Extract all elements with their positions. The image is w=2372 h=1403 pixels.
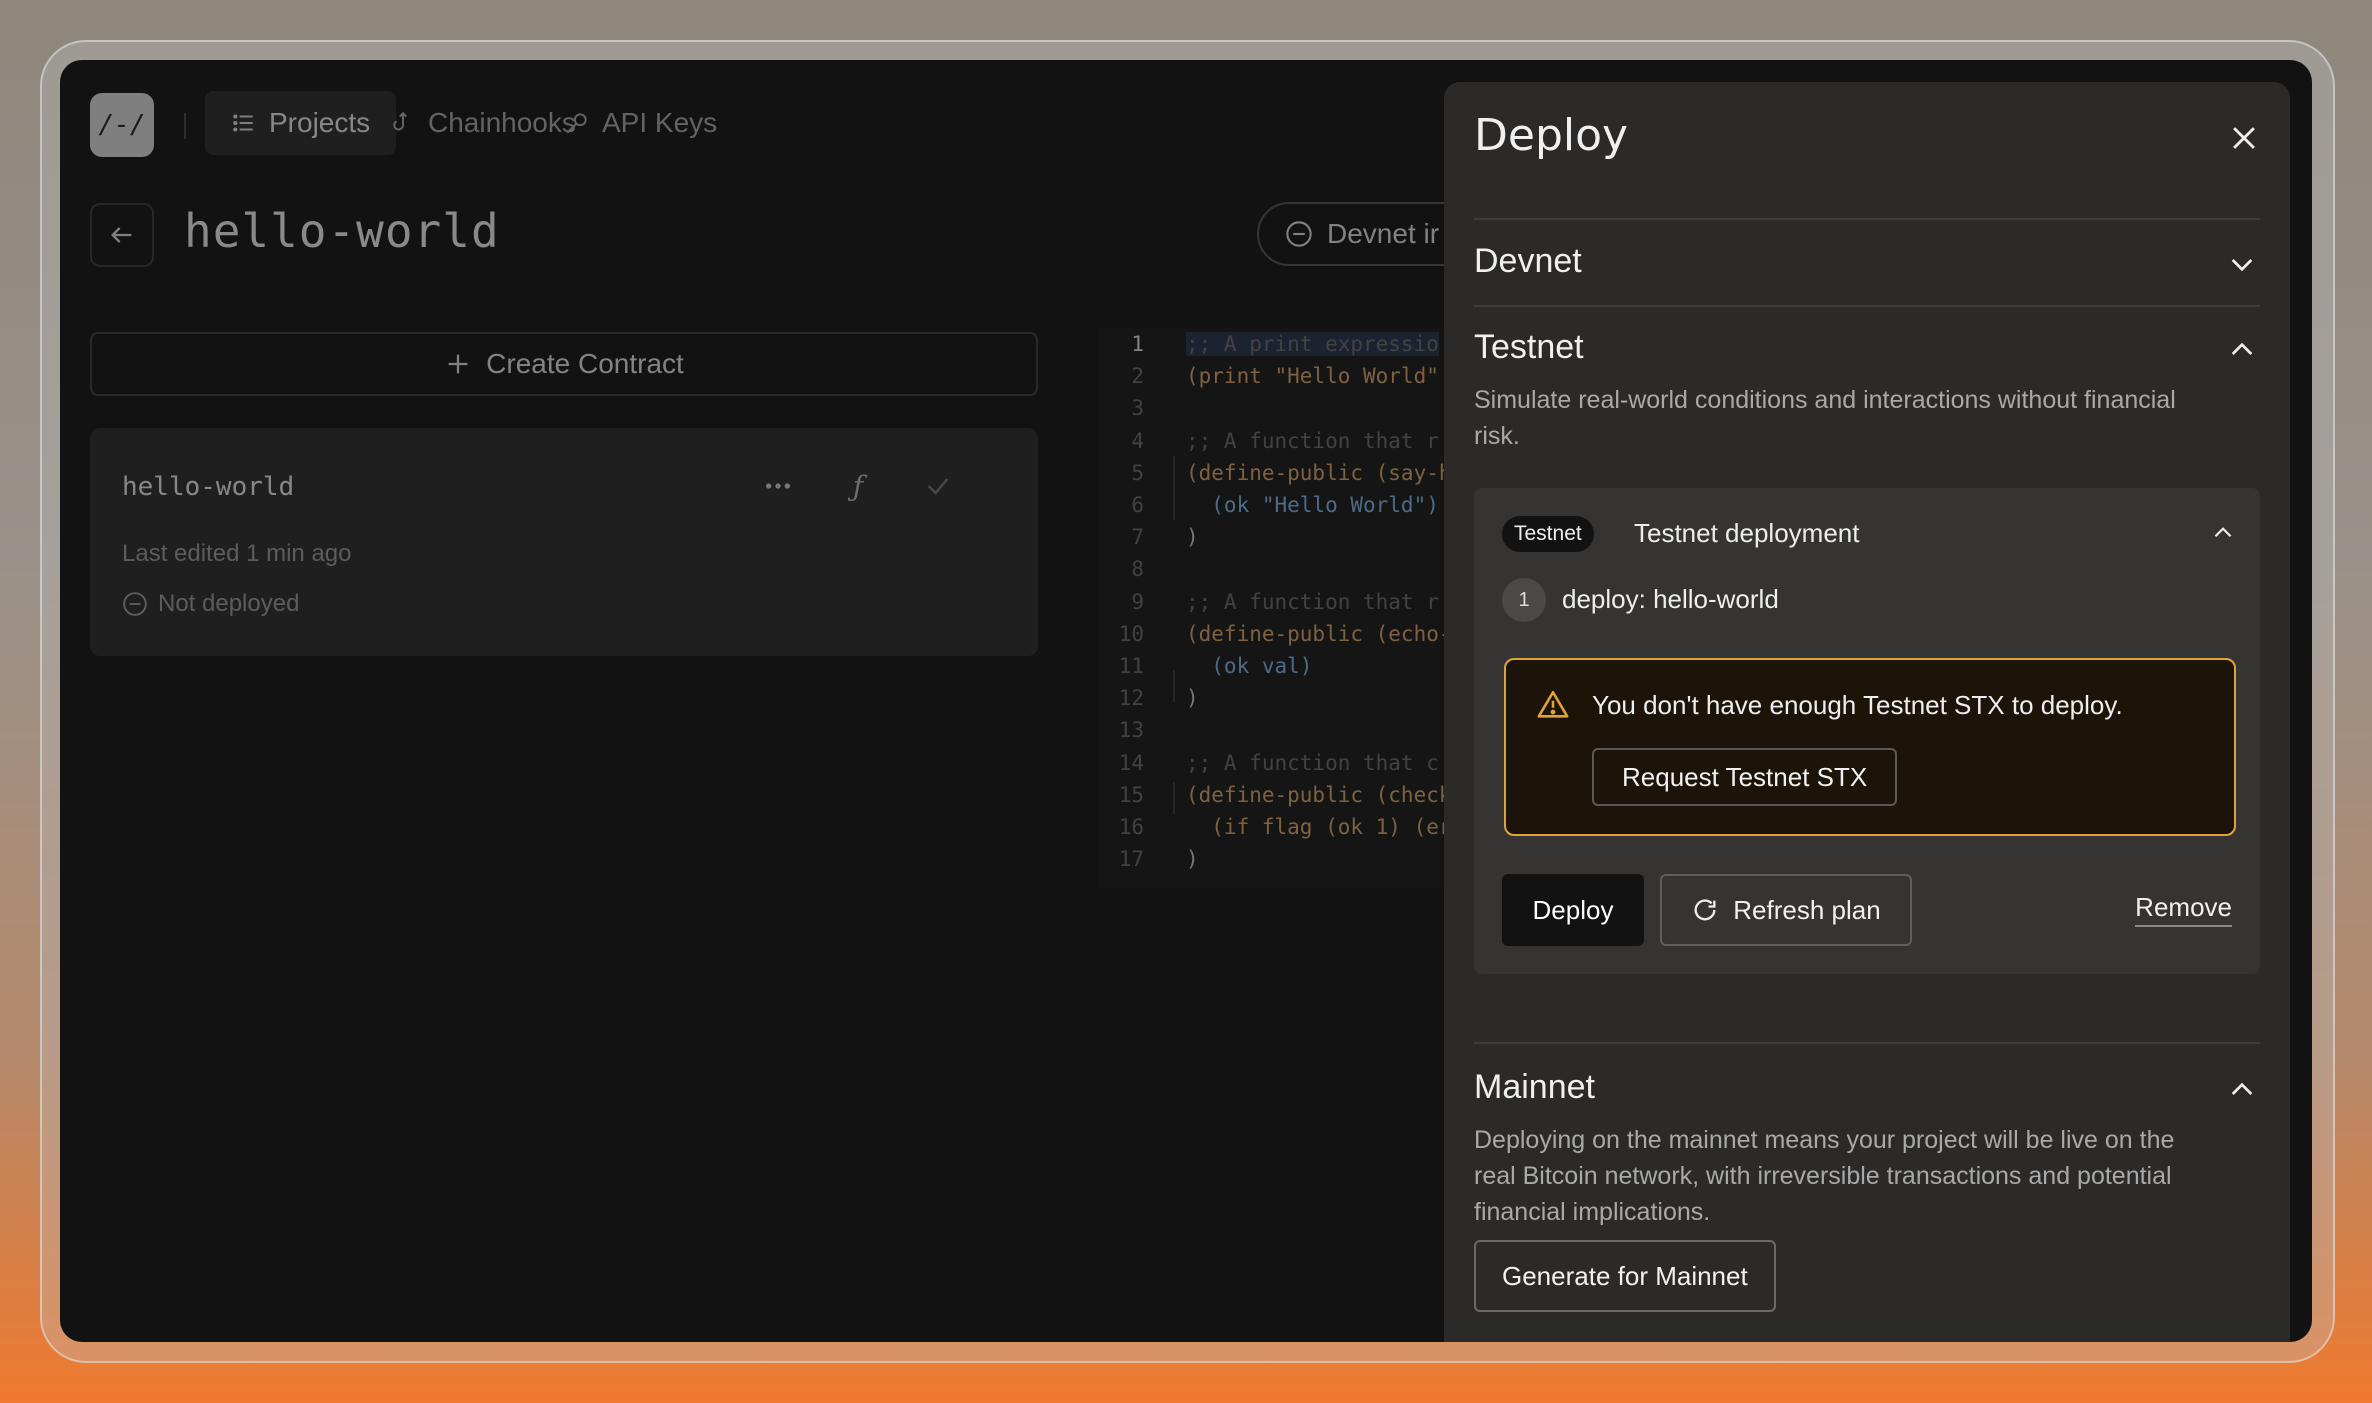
generate-for-mainnet-button[interactable]: Generate for Mainnet <box>1474 1240 1776 1312</box>
chevron-up-icon[interactable] <box>2226 1074 2258 1106</box>
code-text: (ok "Hello World") <box>1186 493 1439 517</box>
deploy-status: Not deployed <box>122 590 299 618</box>
devnet-pill-label: Devnet ir <box>1327 218 1440 249</box>
plus-icon <box>448 354 468 374</box>
contract-card[interactable]: hello-world ƒ Last edited 1 min ago Not … <box>90 428 1038 656</box>
code-text: ) <box>1186 686 1199 711</box>
code-text: ;; A function that r <box>1186 589 1439 614</box>
page-title: hello-world <box>184 204 500 258</box>
code-text: (define-public (echo- <box>1186 621 1452 646</box>
warning-icon <box>1537 690 1569 718</box>
divider <box>1474 305 2260 307</box>
chevron-down-icon[interactable] <box>2226 248 2258 280</box>
divider <box>1474 218 2260 220</box>
nav-api-keys-label: API Keys <box>602 107 718 138</box>
testnet-section-title[interactable]: Testnet <box>1474 328 1584 367</box>
create-contract-label: Create Contract <box>486 348 684 379</box>
line-number: 8 <box>1131 557 1144 582</box>
check-icon[interactable] <box>918 466 958 506</box>
refresh-icon <box>1694 899 1716 921</box>
code-text: ;; A function that r <box>1186 428 1439 453</box>
deployment-title: Testnet deployment <box>1634 518 1860 548</box>
line-number: 13 <box>1118 718 1144 743</box>
line-number: 1 <box>1131 332 1144 356</box>
minus-circle-icon <box>123 592 147 616</box>
line-number: 5 <box>1131 460 1144 485</box>
refresh-plan-label: Refresh plan <box>1733 894 1881 925</box>
divider <box>1474 1042 2260 1044</box>
devnet-section-title[interactable]: Devnet <box>1474 242 1582 281</box>
minus-circle-icon <box>1286 221 1312 247</box>
line-number: 15 <box>1118 782 1144 807</box>
function-icon[interactable]: ƒ <box>838 466 878 506</box>
warning-text: You don't have enough Testnet STX to dep… <box>1592 690 2123 720</box>
list-icon <box>233 114 253 132</box>
line-number: 6 <box>1131 493 1144 517</box>
deploy-button[interactable]: Deploy <box>1502 874 1644 946</box>
network-tag: Testnet <box>1502 516 1594 552</box>
code-text: (print "Hello World" <box>1186 364 1439 389</box>
code-text: (ok val) <box>1186 654 1313 678</box>
last-edited-text: Last edited 1 min ago <box>122 540 352 567</box>
close-button[interactable] <box>2224 118 2264 158</box>
code-text: ) <box>1186 525 1199 550</box>
code-text: ;; A print expressio <box>1186 332 1439 356</box>
mainnet-description: Deploying on the mainnet means your proj… <box>1474 1126 2175 1226</box>
app-logo[interactable]: /-/ <box>90 93 154 157</box>
line-number: 3 <box>1131 396 1144 421</box>
mainnet-section-title[interactable]: Mainnet <box>1474 1068 1595 1107</box>
request-testnet-stx-button[interactable]: Request Testnet STX <box>1592 748 1898 806</box>
create-contract-button[interactable]: Create Contract <box>90 332 1038 396</box>
line-number: 2 <box>1131 364 1144 389</box>
more-options-icon[interactable] <box>758 466 798 506</box>
step-text: deploy: hello-world <box>1562 584 1779 614</box>
key-icon <box>566 113 587 134</box>
line-number: 10 <box>1118 621 1144 646</box>
refresh-plan-button[interactable]: Refresh plan <box>1660 874 1912 946</box>
close-icon <box>2233 127 2255 149</box>
arrow-left-icon <box>111 227 132 243</box>
panel-title: Deploy <box>1474 110 1629 161</box>
nav-projects-label: Projects <box>269 107 371 138</box>
step-number-badge: 1 <box>1502 578 1546 622</box>
back-button[interactable] <box>90 203 154 267</box>
contract-name: hello-world <box>122 472 295 502</box>
testnet-description: Simulate real-world conditions and inter… <box>1474 386 2176 450</box>
deploy-status-label: Not deployed <box>158 590 300 617</box>
line-number: 9 <box>1131 589 1144 614</box>
code-text: ) <box>1186 847 1199 872</box>
code-text: (define-public (check <box>1186 782 1452 807</box>
app-window: /-/ Projects Chainhooks API Keys hello-w… <box>60 60 2312 1342</box>
hook-icon <box>393 111 407 131</box>
code-text: ;; A function that c <box>1186 750 1439 775</box>
deploy-panel: Deploy Devnet Testnet Simulate real-worl… <box>1444 82 2290 1342</box>
line-number: 16 <box>1118 815 1144 839</box>
line-number: 4 <box>1131 428 1144 453</box>
testnet-deployment-card: Testnet Testnet deployment 1 deploy: hel… <box>1474 488 2260 974</box>
code-text: (define-public (say-h <box>1186 460 1452 485</box>
nav-api-keys[interactable]: API Keys <box>538 91 743 155</box>
nav-divider <box>184 113 186 139</box>
insufficient-funds-warning: You don't have enough Testnet STX to dep… <box>1504 658 2236 836</box>
line-number: 7 <box>1131 525 1144 550</box>
line-number: 14 <box>1118 750 1144 775</box>
code-text: (if flag (ok 1) (er <box>1186 815 1452 839</box>
remove-link[interactable]: Remove <box>2135 892 2232 927</box>
line-number: 11 <box>1118 654 1144 678</box>
line-number: 12 <box>1118 686 1144 711</box>
chevron-up-icon[interactable] <box>2210 520 2236 546</box>
line-number: 17 <box>1118 847 1144 872</box>
chevron-up-icon[interactable] <box>2226 334 2258 366</box>
